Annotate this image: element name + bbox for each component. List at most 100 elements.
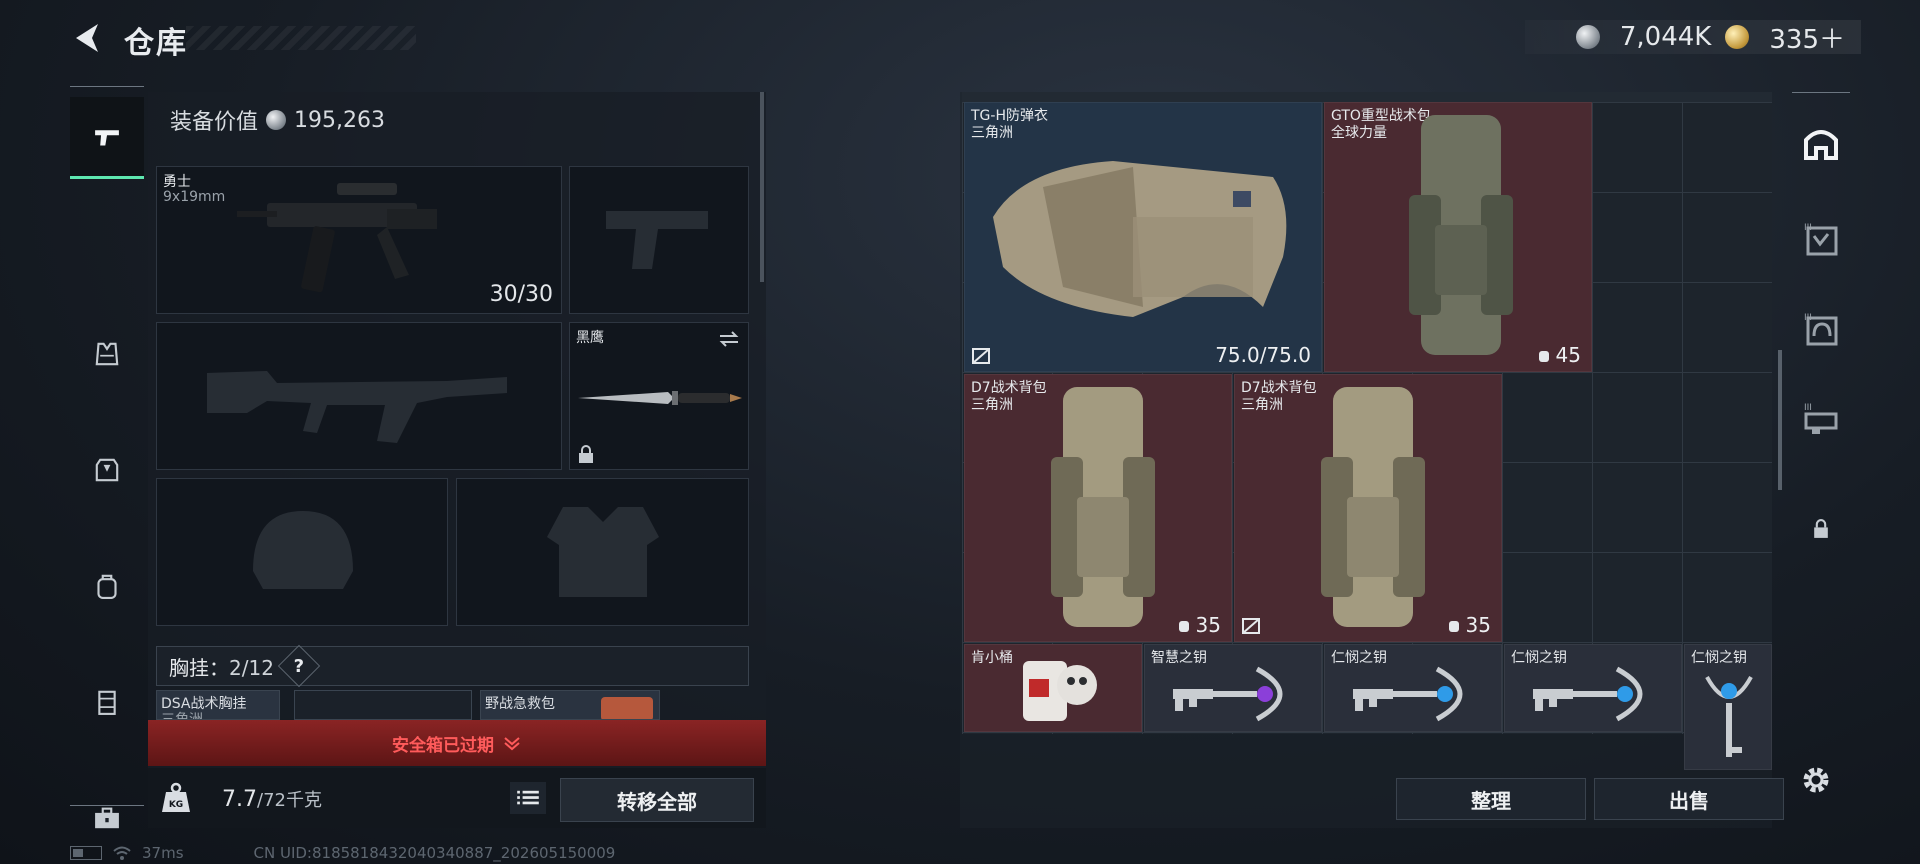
armor-placeholder-icon bbox=[547, 507, 659, 597]
lock-icon bbox=[1814, 519, 1828, 538]
first-aid-name: 野战急救包 bbox=[485, 696, 555, 712]
item-brand: 三角洲 bbox=[1241, 397, 1283, 413]
tier3-armor-icon: III bbox=[1804, 223, 1838, 256]
backpack-image bbox=[1051, 387, 1155, 627]
status-line: 37ms CN UID:8185818432040340887_20260515… bbox=[70, 844, 615, 862]
item-capacity-value: 35 bbox=[1195, 613, 1221, 637]
item-capacity: 35 bbox=[1446, 613, 1491, 637]
tidy-button[interactable]: 整理 bbox=[1396, 778, 1586, 820]
item-durability: 75.0/75.0 bbox=[1215, 343, 1311, 367]
currency-bar: 7,044K 335＋ bbox=[1525, 19, 1861, 56]
storage-item-heavy-pack[interactable]: GTO重型战术包 全球力量 45 bbox=[1324, 102, 1592, 372]
storage-top-row bbox=[962, 92, 1772, 102]
key-image-blue bbox=[1533, 666, 1643, 722]
chest-rig-help-button[interactable]: ? bbox=[277, 644, 321, 688]
toolbox-icon bbox=[95, 807, 119, 829]
chest-rig-item[interactable]: DSA战术胸挂 三角洲 bbox=[156, 690, 280, 720]
storage-item-tactical-pack[interactable]: D7战术背包 三角洲 35 bbox=[1234, 374, 1502, 642]
container-icon bbox=[98, 690, 116, 715]
silver-coin-icon bbox=[1575, 25, 1600, 49]
ping-value: 37ms bbox=[142, 844, 184, 862]
storage-item-key-vertical[interactable]: 仁悯之钥 bbox=[1684, 644, 1772, 770]
gold-coin-icon bbox=[1725, 25, 1750, 49]
melee-slot[interactable]: 黑鹰 bbox=[569, 322, 749, 470]
silver-balance: 7,044K bbox=[1619, 22, 1712, 52]
tier3-rig-icon: III bbox=[1804, 403, 1838, 434]
storage-scrollbar[interactable] bbox=[1778, 350, 1782, 490]
chevron-down-icon bbox=[504, 737, 520, 751]
list-view-button[interactable] bbox=[510, 782, 546, 814]
lock-icon bbox=[579, 445, 593, 463]
equipment-value: 装备价值 195,263 bbox=[170, 104, 385, 136]
item-capacity-value: 45 bbox=[1555, 343, 1581, 367]
primary-weapon-slot[interactable]: 勇士 9x19mm 30/30 bbox=[156, 166, 562, 314]
helmet-slot[interactable] bbox=[156, 478, 448, 626]
item-capacity: 35 bbox=[1176, 613, 1221, 637]
melee-name: 黑鹰 bbox=[576, 330, 604, 346]
primary-weapon-2-slot[interactable] bbox=[156, 322, 562, 470]
backpack-image bbox=[1409, 115, 1513, 355]
carry-weight: 7.7/72千克 bbox=[222, 786, 322, 812]
tab-locked[interactable] bbox=[1792, 493, 1850, 565]
transfer-all-button[interactable]: 转移全部 bbox=[560, 778, 754, 822]
tab-safehouse[interactable] bbox=[1792, 107, 1850, 179]
primary-weapon-ammo: 30/30 bbox=[489, 282, 553, 307]
swap-icon[interactable] bbox=[718, 329, 740, 349]
back-button[interactable] bbox=[68, 18, 108, 58]
nav-chest-rig[interactable] bbox=[70, 313, 144, 395]
item-brand: 三角洲 bbox=[971, 397, 1013, 413]
sell-button[interactable]: 出售 bbox=[1594, 778, 1784, 820]
chest-rig-count: 2/12 bbox=[229, 655, 274, 680]
key-image-blue bbox=[1353, 666, 1463, 722]
primary-weapon-caliber: 9x19mm bbox=[163, 189, 226, 205]
storage-item-body-armor[interactable]: TG-H防弹衣 三角洲 75.0/75.0 bbox=[964, 102, 1322, 372]
svg-text:III: III bbox=[1804, 223, 1812, 233]
first-aid-kit-image bbox=[601, 697, 653, 719]
storage-item-key[interactable]: 仁悯之钥 bbox=[1504, 644, 1682, 732]
armor-icon bbox=[95, 458, 119, 482]
svg-text:III: III bbox=[1804, 403, 1812, 413]
chest-rig-label: 胸挂：2/12 bbox=[169, 652, 274, 681]
silver-coin-icon bbox=[266, 110, 287, 130]
rifle-placeholder-icon bbox=[207, 371, 507, 443]
key-image-blue-vertical bbox=[1705, 676, 1753, 757]
body-armor-slot[interactable] bbox=[456, 478, 749, 626]
primary-weapon-name: 勇士 bbox=[163, 174, 191, 190]
storage-item-key[interactable]: 智慧之钥 bbox=[1144, 644, 1322, 732]
empty-mini-slot[interactable] bbox=[294, 690, 472, 720]
safe-box-expired-text: 安全箱已过期 bbox=[392, 735, 494, 756]
backpack-capacity-icon bbox=[1538, 351, 1549, 362]
chest-rig-item-sub: 三角洲 bbox=[161, 712, 203, 720]
settings-gear-icon[interactable] bbox=[1798, 762, 1834, 798]
gold-balance[interactable]: 335＋ bbox=[1769, 19, 1845, 56]
chest-rig-row: 胸挂：2/12 ? bbox=[156, 644, 749, 688]
wifi-icon bbox=[113, 846, 131, 860]
first-aid-item[interactable]: 野战急救包 bbox=[480, 690, 660, 720]
nav-backpack[interactable] bbox=[70, 545, 144, 627]
tab-tier3-helmet[interactable]: III bbox=[1792, 293, 1850, 365]
equipment-value-label: 装备价值 bbox=[170, 110, 259, 135]
tab-tier3-armor[interactable]: III bbox=[1792, 203, 1850, 275]
nav-armor[interactable] bbox=[70, 429, 144, 511]
storage-item-tactical-pack[interactable]: D7战术背包 三角洲 35 bbox=[964, 374, 1232, 642]
list-icon bbox=[517, 790, 539, 805]
vest-icon bbox=[95, 342, 119, 366]
storage-item-figurine[interactable]: 肯小桶 bbox=[964, 644, 1142, 732]
weight-icon: KG bbox=[162, 782, 190, 812]
backpack-icon bbox=[97, 574, 117, 599]
nav-container[interactable] bbox=[70, 661, 144, 743]
loadout-scrollbar[interactable] bbox=[760, 92, 764, 282]
svg-text:III: III bbox=[1804, 313, 1812, 323]
backpack-capacity-icon bbox=[1448, 621, 1459, 632]
safe-box-expired-banner[interactable]: 安全箱已过期 bbox=[148, 720, 766, 766]
pistol-icon bbox=[95, 129, 119, 145]
nav-weapons[interactable] bbox=[70, 97, 144, 179]
key-image-purple bbox=[1173, 666, 1283, 722]
storage-tab-nav: III III III bbox=[1792, 92, 1850, 732]
backpack-capacity-icon bbox=[1178, 621, 1189, 632]
secondary-weapon-slot[interactable] bbox=[569, 166, 749, 314]
left-category-nav bbox=[70, 86, 144, 829]
storage-item-key[interactable]: 仁悯之钥 bbox=[1324, 644, 1502, 732]
tab-tier3-rig[interactable]: III bbox=[1792, 383, 1850, 455]
item-capacity: 45 bbox=[1536, 343, 1581, 367]
